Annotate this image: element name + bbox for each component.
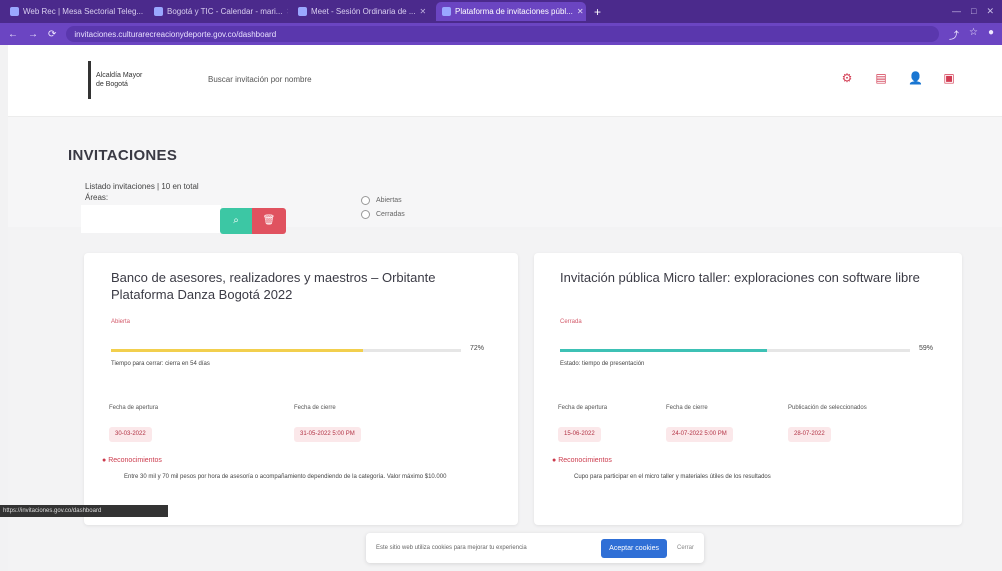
profile-icon[interactable]: ● [988,27,994,42]
reco-title: ● Reconocimientos [102,457,162,464]
radio-label: Abiertas [376,197,402,204]
browser-tab[interactable]: Meet - Sesión Ordinaria de ... ✕ [292,2,432,21]
card-status: Abierta [111,319,131,325]
radio-circle [361,196,370,205]
field-value: 30-03-2022 [109,427,152,442]
extension-icons: ⤴ ☆ ● [949,27,994,42]
field-value: 24-07-2022 5:00 PM [666,427,733,442]
progress-fill [560,349,767,352]
reload-icon[interactable]: ⟳ [48,29,56,40]
card-title: Invitación pública Micro taller: explora… [560,270,920,285]
card-title: Banco de asesores, realizadores y maestr… [111,270,436,302]
nav-buttons: ← → ⟳ [8,29,56,40]
browser-tab-active[interactable]: Plataforma de invitaciones públ... ✕ [436,2,586,21]
progress-track [111,349,461,352]
trash-icon: 🗑 [262,215,276,226]
document-icon[interactable]: ▤ [874,71,888,85]
filter-clear-button[interactable]: 🗑 [252,208,286,234]
radio-label: Cerradas [376,211,405,218]
progress-percent: 59% [919,345,934,352]
radio-circle [361,210,370,219]
search-input[interactable]: Buscar invitación por nombre [208,75,508,84]
logo-line1: Alcaldía Mayor [96,72,143,79]
bookmark-star-icon[interactable]: ☆ [969,27,978,42]
filter-open-radio[interactable]: Abiertas [361,196,402,205]
close-cookie-button[interactable]: Cerrar [677,545,694,551]
field-value: 28-07-2022 [788,427,831,442]
reco-title-text: Reconocimientos [558,457,612,464]
field-value: 15-06-2022 [558,427,601,442]
tab-favicon-icon [442,7,451,16]
page: Alcaldía Mayor de Bogotá Buscar invitaci… [8,45,1002,571]
tab-title: Meet - Sesión Ordinaria de ... [311,7,416,16]
cookie-banner: Este sitio web utiliza cookies para mejo… [366,533,704,563]
tab-close-icon[interactable]: ✕ [286,7,288,16]
invitation-card[interactable]: Invitación pública Micro taller: explora… [534,253,962,525]
search-icon: ⌕ [233,215,239,226]
status-bar-url: https://invitaciones.gov.co/dashboard [0,505,168,517]
minimize-icon[interactable]: — [952,6,961,17]
close-window-icon[interactable]: ✕ [986,6,994,17]
back-icon[interactable]: ← [8,29,18,40]
accept-cookies-button[interactable]: Aceptar cookies [601,538,667,558]
reco-detail: Cupo para participar en el micro taller … [574,474,771,480]
page-title: INVITACIONES [68,147,178,164]
invitation-card[interactable]: Banco de asesores, realizadores y maestr… [84,253,518,525]
progress-caption: Estado: tiempo de presentación [560,361,645,367]
file-icon[interactable]: ▣ [942,71,956,85]
progress-caption: Tiempo para cerrar: cierra en 54 días [111,361,210,367]
tab-title: Bogotá y TIC - Calendar - mari... [167,7,283,16]
browser-tab[interactable]: Bogotá y TIC - Calendar - mari...✕ [148,2,288,21]
card-status: Cerrada [560,319,582,325]
cookie-text: Este sitio web utiliza cookies para mejo… [376,545,527,551]
url-text: invitaciones.culturarecreacionydeporte.g… [74,29,277,39]
header-icons: ⚙ ▤ 👤 ▣ [840,71,956,85]
tab-title: Plataforma de invitaciones públ... [455,7,573,16]
tab-title: Web Rec | Mesa Sectorial Teleg... [23,7,144,16]
browser-tab[interactable]: Web Rec | Mesa Sectorial Teleg...✕ [4,2,144,21]
browser-tabbar: Web Rec | Mesa Sectorial Teleg...✕ Bogot… [0,0,1002,23]
tab-close-icon[interactable]: ✕ [420,7,427,16]
field-label: Fecha de apertura [109,405,159,411]
url-field[interactable]: invitaciones.culturarecreacionydeporte.g… [66,26,939,42]
forward-icon[interactable]: → [28,29,38,40]
tab-close-icon[interactable]: ✕ [577,7,584,16]
progress-percent: 72% [470,345,485,352]
maximize-icon[interactable]: □ [971,6,976,17]
filter-closed-radio[interactable]: Cerradas [361,210,405,219]
new-tab-button[interactable]: + [594,5,601,19]
progress-track [560,349,910,352]
share-icon[interactable]: ⤴ [949,27,959,42]
field-label: Fecha de cierre [666,405,708,411]
site-header: Alcaldía Mayor de Bogotá Buscar invitaci… [8,45,1002,117]
field-label: Fecha de cierre [294,405,336,411]
areas-label: Áreas: [85,193,109,202]
reco-title: ● Reconocimientos [552,457,612,464]
user-icon[interactable]: 👤 [908,71,923,85]
search-placeholder: Buscar invitación por nombre [208,75,312,84]
areas-filter-input[interactable] [81,205,221,233]
settings-icon[interactable]: ⚙ [840,71,854,85]
field-label: Fecha de apertura [558,405,608,411]
reco-detail: Entre 30 mil y 70 mil pesos por hora de … [124,474,447,480]
summary-count: Listado invitaciones | 10 en total [85,182,199,191]
progress-fill [111,349,363,352]
address-bar: ← → ⟳ invitaciones.culturarecreacionydep… [0,23,1002,45]
logo-line2: de Bogotá [96,81,128,88]
field-value: 31-05-2022 5:00 PM [294,427,361,442]
listing-summary: Listado invitaciones | 10 en total Áreas… [85,181,199,203]
tab-favicon-icon [10,7,19,16]
site-logo[interactable]: Alcaldía Mayor de Bogotá [88,61,158,99]
field-label: Publicación de seleccionados [788,405,867,411]
tab-favicon-icon [154,7,163,16]
reco-title-text: Reconocimientos [108,457,162,464]
tab-favicon-icon [298,7,307,16]
window-controls: — □ ✕ [952,6,1002,17]
filter-search-button[interactable]: ⌕ [220,208,252,234]
